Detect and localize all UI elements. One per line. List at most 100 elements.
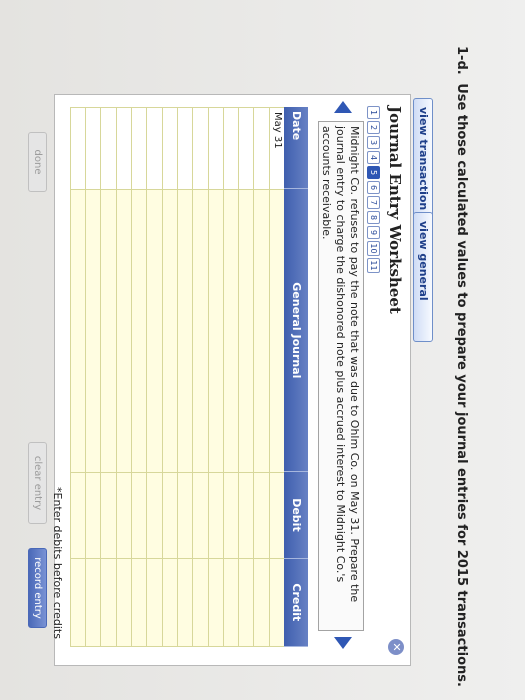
table-row (85, 108, 101, 647)
table-row (131, 108, 147, 647)
account-input[interactable] (269, 190, 284, 473)
debit-input[interactable] (177, 472, 193, 559)
step-5[interactable]: 5 (367, 166, 380, 179)
debit-input[interactable] (223, 472, 239, 559)
debit-input[interactable] (86, 472, 101, 559)
date-cell (239, 108, 254, 191)
account-input[interactable] (177, 190, 193, 473)
table-row (161, 108, 177, 647)
step-navigation: 1 2 3 4 5 6 7 8 9 10 11 (367, 106, 380, 273)
date-cell (70, 108, 86, 191)
account-input[interactable] (147, 190, 162, 473)
description-text: Midnight Co. refuses to pay the note tha… (320, 126, 361, 603)
question-text: Use those calculated values to prepare y… (454, 83, 469, 687)
account-input[interactable] (208, 190, 223, 473)
credit-input[interactable] (70, 558, 86, 647)
credit-input[interactable] (147, 558, 162, 647)
debit-input[interactable] (239, 472, 254, 559)
screen: 1-d. Use those calculated values to prep… (0, 0, 525, 700)
account-input[interactable] (223, 190, 239, 473)
debit-input[interactable] (70, 472, 86, 559)
credit-input[interactable] (132, 558, 147, 647)
step-4[interactable]: 4 (367, 151, 380, 164)
table-row (253, 108, 269, 647)
account-input[interactable] (254, 190, 269, 473)
close-icon[interactable]: ✕ (388, 639, 404, 655)
credit-input[interactable] (223, 558, 239, 647)
step-2[interactable]: 2 (367, 121, 380, 134)
question-title: 1-d. Use those calculated values to prep… (454, 46, 469, 687)
date-cell (101, 108, 116, 191)
debit-input[interactable] (147, 472, 162, 559)
credit-input[interactable] (116, 558, 132, 647)
credit-input[interactable] (208, 558, 223, 647)
date-cell (132, 108, 147, 191)
arrow-left-icon[interactable] (334, 101, 352, 113)
step-11[interactable]: 11 (367, 258, 380, 273)
step-3[interactable]: 3 (367, 136, 380, 149)
debit-input[interactable] (116, 472, 132, 559)
record-entry-button[interactable]: record entry (28, 548, 47, 628)
debit-input[interactable] (101, 472, 116, 559)
table-row: May 31 (268, 108, 284, 647)
credit-input[interactable] (162, 558, 177, 647)
account-input[interactable] (70, 190, 86, 473)
table-body: May 31 (69, 107, 284, 647)
date-cell (147, 108, 162, 191)
credit-input[interactable] (177, 558, 193, 647)
credit-input[interactable] (101, 558, 116, 647)
date-cell (223, 108, 239, 191)
debit-input[interactable] (132, 472, 147, 559)
worksheet-title: Journal Entry Worksheet (386, 106, 404, 314)
account-input[interactable] (239, 190, 254, 473)
debit-input[interactable] (162, 472, 177, 559)
debit-credit-hint: *Enter debits before credits (51, 487, 64, 639)
debit-input[interactable] (208, 472, 223, 559)
credit-input[interactable] (269, 558, 284, 647)
step-1[interactable]: 1 (367, 106, 380, 119)
account-input[interactable] (86, 190, 101, 473)
step-6[interactable]: 6 (367, 181, 380, 194)
question-number: 1-d. (454, 46, 469, 75)
table-row (115, 108, 132, 647)
view-general-journal-button[interactable]: view general journal (399, 212, 433, 342)
clear-entry-button[interactable]: clear entry (28, 442, 47, 524)
credit-input[interactable] (86, 558, 101, 647)
date-cell (162, 108, 177, 191)
table-row (176, 108, 193, 647)
arrow-right-icon[interactable] (334, 637, 352, 649)
table-row (238, 108, 254, 647)
view-transaction-list-button[interactable]: view transaction list (399, 98, 433, 224)
account-input[interactable] (116, 190, 132, 473)
table-header: Date General Journal Debit Credit (284, 107, 308, 647)
journal-table: Date General Journal Debit Credit May 31 (69, 107, 308, 647)
step-8[interactable]: 8 (367, 211, 380, 224)
account-input[interactable] (162, 190, 177, 473)
credit-input[interactable] (193, 558, 208, 647)
date-cell (193, 108, 208, 191)
table-row (69, 108, 86, 647)
header-debit: Debit (284, 472, 308, 559)
header-general-journal: General Journal (284, 189, 308, 473)
debit-input[interactable] (193, 472, 208, 559)
header-credit: Credit (284, 558, 308, 647)
debit-input[interactable] (254, 472, 269, 559)
date-cell: May 31 (269, 108, 284, 191)
date-cell (116, 108, 132, 191)
step-7[interactable]: 7 (367, 196, 380, 209)
account-input[interactable] (101, 190, 116, 473)
account-input[interactable] (193, 190, 208, 473)
table-row (146, 108, 162, 647)
debit-input[interactable] (269, 472, 284, 559)
credit-input[interactable] (254, 558, 269, 647)
step-9[interactable]: 9 (367, 226, 380, 239)
account-input[interactable] (132, 190, 147, 473)
table-row (207, 108, 223, 647)
step-10[interactable]: 10 (367, 241, 380, 256)
header-date: Date (284, 107, 308, 190)
table-row (222, 108, 239, 647)
credit-input[interactable] (239, 558, 254, 647)
table-row (100, 108, 116, 647)
done-button[interactable]: done (28, 132, 47, 192)
journal-entry-worksheet-panel: ✕ Journal Entry Worksheet 1 2 3 4 5 6 7 … (51, 94, 411, 666)
